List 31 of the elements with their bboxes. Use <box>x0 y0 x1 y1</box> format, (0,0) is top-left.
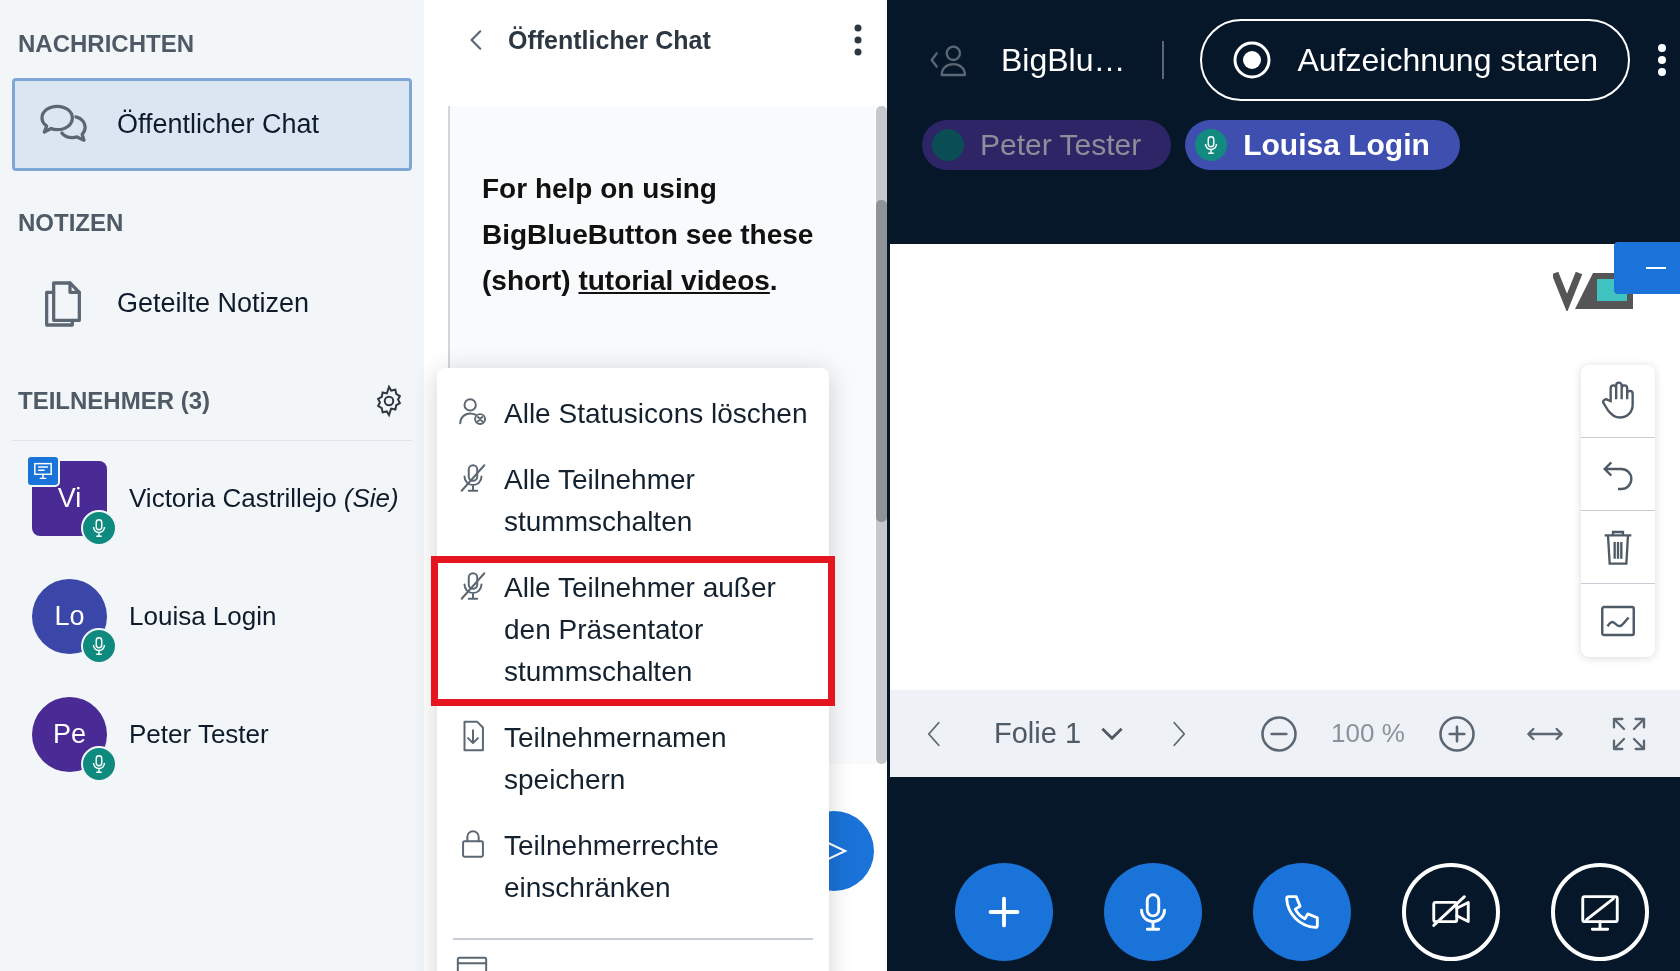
menu-item[interactable]: Teilnehmernamen speichern <box>431 706 835 814</box>
record-button[interactable]: Aufzeichnung starten <box>1199 19 1631 101</box>
participant-name[interactable]: Louisa Login <box>129 601 277 632</box>
participant-name[interactable]: Victoria Castrillejo (Sie) <box>129 483 399 514</box>
camera-off-button[interactable] <box>1401 863 1500 961</box>
menu-item[interactable]: Alle Statusicons löschen <box>431 382 835 448</box>
meeting-name: BigBlu… <box>1001 41 1126 79</box>
section-heading: TEILNEHMER (3) <box>18 387 210 415</box>
more-options-icon[interactable] <box>1656 42 1669 78</box>
talking-indicator[interactable]: Peter Tester <box>922 120 1172 170</box>
sidebar-item[interactable]: Geteilte Notizen <box>12 257 412 350</box>
menu-item[interactable]: Alle Teilnehmer stummschalten <box>431 448 835 556</box>
talking-indicator[interactable]: Louisa Login <box>1185 120 1460 170</box>
slide-selector[interactable]: Folie 1 <box>994 717 1124 750</box>
record-icon <box>1231 40 1272 80</box>
screen-share-off-button[interactable] <box>1550 863 1649 961</box>
tutorial-link[interactable]: tutorial videos <box>578 265 770 296</box>
zoom-level: 100 % <box>1331 718 1405 749</box>
sidebar-item[interactable]: Öffentlicher Chat <box>12 78 412 171</box>
caret-icon <box>1101 727 1124 740</box>
section-heading: NOTIZEN <box>18 209 125 237</box>
chat-title: Öffentlicher Chat <box>508 25 712 55</box>
avatar[interactable]: Pe <box>32 697 107 772</box>
participant-name[interactable]: Peter Tester <box>129 719 269 750</box>
avatar[interactable]: Lo <box>32 579 107 654</box>
menu-item[interactable]: Alle Teilnehmer außer den Präsentator stummschalten <box>431 556 835 706</box>
more-options-icon[interactable] <box>853 23 863 57</box>
scrollbar[interactable] <box>876 106 887 764</box>
section-heading: NACHRICHTEN <box>18 30 195 58</box>
chat-message: For help on using BigBlueButton see these (short) tutorial videos. <box>482 172 815 298</box>
menu-item[interactable]: Teilnehmerrechte einschränken <box>431 814 835 922</box>
